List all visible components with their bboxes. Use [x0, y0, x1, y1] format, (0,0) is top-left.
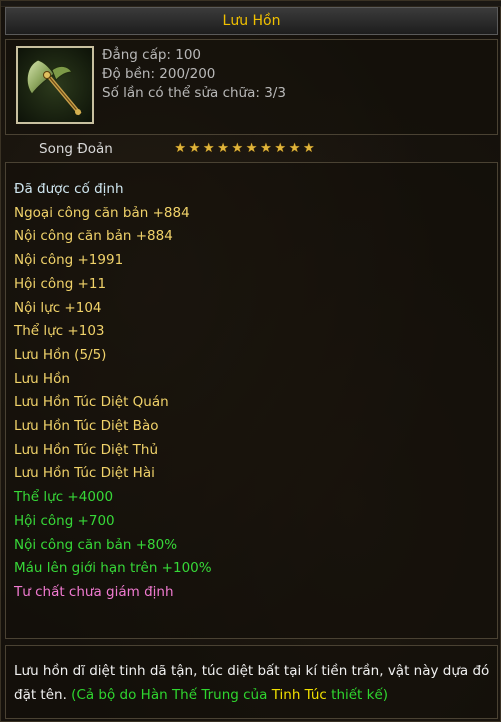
attribute-line: Nội công +1991: [14, 252, 124, 269]
star-icon: ★: [260, 141, 272, 156]
attribute-line: Ngoại công căn bản +884: [14, 204, 190, 221]
attribute-line: Lưu Hồn Túc Diệt Hài: [14, 465, 155, 482]
item-title: Lưu Hồn: [222, 13, 281, 29]
attribute-line: Thể lực +4000: [14, 489, 114, 506]
attribute-line: Tư chất chưa giám định: [14, 583, 174, 600]
attribute-line: Nội công căn bản +884: [14, 228, 173, 245]
attribute-line: Lưu Hồn Túc Diệt Bào: [14, 418, 159, 435]
star-icon: ★: [245, 141, 258, 156]
item-header: Đẳng cấp: 100 Độ bền: 200/200 Số lần có …: [5, 39, 498, 135]
set-credit-prefix: (Cả bộ do Hàn Thế Trung của: [71, 687, 268, 703]
star-rating: ★ ★ ★ ★ ★ ★ ★ ★ ★ ★: [173, 141, 316, 156]
star-icon: ★: [202, 141, 215, 156]
star-icon: ★: [188, 141, 201, 156]
attribute-line: Thể lực +103: [14, 323, 105, 340]
attribute-line: Lưu Hồn: [14, 370, 70, 387]
star-icon: ★: [174, 141, 186, 156]
weapon-type: Song Đoản: [39, 141, 113, 157]
attribute-line: Lưu Hồn Túc Diệt Quán: [14, 394, 169, 411]
item-stats: Đẳng cấp: 100 Độ bền: 200/200 Số lần có …: [102, 46, 286, 103]
item-tooltip: Lưu Hồn Đẳng cấp: 100 Độ bền: 200/200 Số…: [0, 0, 501, 722]
star-icon: ★: [288, 141, 301, 156]
attribute-line: Hội công +11: [14, 275, 107, 292]
weapon-row: Song Đoản ★ ★ ★ ★ ★ ★ ★ ★ ★ ★: [5, 139, 498, 161]
description-panel: Lưu hồn dĩ diệt tinh dã tận, túc diệt bấ…: [5, 645, 498, 719]
set-credit-org: Tinh Túc: [271, 687, 327, 703]
repairs-text: Số lần có thể sửa chữa: 3/3: [102, 85, 286, 101]
attribute-line: Máu lên giới hạn trên +100%: [14, 560, 212, 577]
attribute-line: Nội lực +104: [14, 299, 102, 316]
star-icon: ★: [274, 141, 287, 156]
attribute-line: Lưu Hồn (5/5): [14, 346, 107, 363]
star-icon: ★: [217, 141, 229, 156]
durability-text: Độ bền: 200/200: [102, 66, 216, 82]
title-bar: Lưu Hồn: [5, 7, 498, 35]
set-credit-suffix: thiết kế): [331, 687, 389, 703]
axe-weapon-icon[interactable]: [16, 46, 94, 124]
attribute-line: Hội công +700: [14, 512, 115, 529]
attribute-line: Lưu Hồn Túc Diệt Thủ: [14, 441, 159, 458]
star-icon: ★: [231, 141, 244, 156]
star-icon: ★: [302, 141, 315, 156]
attribute-line: Đã được cố định: [14, 181, 124, 197]
description-text: Lưu hồn dĩ diệt tinh dã tận, túc diệt bấ…: [14, 659, 492, 707]
attribute-line: Nội công căn bản +80%: [14, 536, 178, 553]
attribute-panel: Đã được cố định Ngoại công căn bản +884 …: [5, 162, 498, 639]
attribute-list: Đã được cố định Ngoại công căn bản +884 …: [14, 178, 212, 605]
level-text: Đẳng cấp: 100: [102, 47, 202, 63]
